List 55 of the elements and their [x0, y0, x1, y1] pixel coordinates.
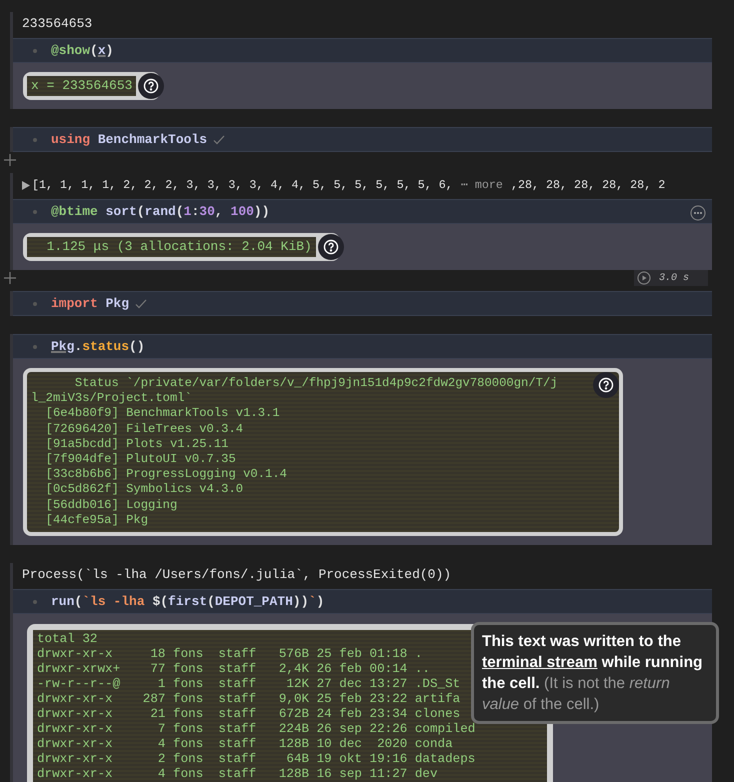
- cell-result: 233564653: [22, 15, 94, 33]
- terminal-line: drwxr-xr-x 18 fons staff 576B 25 feb 01:18 .: [37, 647, 422, 662]
- code-cell[interactable]: @show(x): [13, 38, 712, 63]
- terminal-line: drwxr-xr-x 4 fons staff 128B 16 sep 11:27 dev: [37, 767, 438, 782]
- code-cell[interactable]: @btime sort(rand(1:30, 100)): [13, 199, 712, 224]
- terminal-line: total 32: [37, 632, 98, 648]
- code-line: Pkg.status(): [51, 338, 145, 356]
- log-line: l_2miV3s/Project.toml`: [31, 391, 192, 406]
- terminal-line: drwxr-xr-x 2 fons staff 64B 19 okt 19:16 datadeps: [37, 752, 476, 768]
- terminal-line: drwxr-xrwx+ 77 fons staff 2,4K 26 feb 00:14 ..: [37, 662, 430, 678]
- code-line: @btime sort(rand(1:30, 100)): [51, 202, 270, 221]
- code-cell[interactable]: import Pkg: [13, 291, 712, 316]
- drag-handle-icon[interactable]: [33, 210, 37, 214]
- drag-handle-icon[interactable]: [33, 48, 37, 52]
- help-icon[interactable]: [138, 73, 164, 99]
- terminal-line: drwxr-xr-x 7 fons staff 224B 26 sep 22:26 compiled: [37, 722, 476, 738]
- log-text: 1.125 μs (3 allocations: 2.04 KiB): [46, 238, 312, 256]
- log-text: x = 233564653: [31, 77, 132, 95]
- add-cell-icon[interactable]: [4, 272, 16, 284]
- code-line: run(`ls -lha $(first(DEPOT_PATH))`): [51, 592, 324, 611]
- tooltip-text: This text was written to the terminal stream while running the cell. (It is not the return value of the cell.): [482, 632, 704, 716]
- add-cell-icon[interactable]: [4, 154, 16, 166]
- play-icon[interactable]: [637, 271, 651, 285]
- terminal-line: drwxr-xr-x 21 fons staff 672B 24 feb 23:34 clones: [37, 707, 460, 722]
- array-result: [1, 1, 1, 1, 2, 2, 2, 3, 3, 3, 3, 4, 4, 5, 5, 5, 5, 5, 5, 6,: [32, 177, 453, 194]
- code-cell[interactable]: Pkg.status(): [13, 334, 712, 359]
- drag-handle-icon[interactable]: [33, 138, 37, 142]
- log-line: Status `/private/var/folders/v_/fhpj9jn151d4p9c2fdw2gv780000gn/T/j: [74, 376, 558, 392]
- log-line: [6e4b80f9] BenchmarkTools v1.3.1: [44, 406, 280, 422]
- log-line: [72696420] FileTrees v0.3.4: [44, 422, 244, 437]
- terminal-line: -rw-r--r--@ 1 fons staff 12K 27 dec 13:27 .DS_St: [37, 677, 460, 692]
- code-line: import Pkg: [51, 294, 130, 313]
- array-result: ,28, 28, 28, 28, 28, 2: [510, 177, 666, 194]
- code-line: using BenchmarkTools: [51, 130, 208, 149]
- log-line: [91a5bcdd] Plots v1.25.11: [44, 436, 228, 452]
- log-line: [0c5d862f] Symbolics v4.3.0: [44, 482, 244, 498]
- code-cell[interactable]: using BenchmarkTools: [13, 127, 712, 152]
- terminal-line: drwxr-xr-x 287 fons staff 9,0K 25 feb 23:22 artifa: [37, 692, 460, 708]
- log-line: [7f904dfe] PlutoUI v0.7.35: [44, 452, 236, 468]
- code-cell[interactable]: run(`ls -lha $(first(DEPOT_PATH))`): [13, 589, 712, 614]
- drag-handle-icon[interactable]: [33, 302, 37, 306]
- code-line: @show(x): [51, 42, 114, 60]
- log-line: [56ddb016] Logging: [44, 498, 178, 513]
- log-line: [44cfe95a] Pkg: [44, 512, 148, 528]
- help-icon[interactable]: [318, 234, 344, 260]
- more-link[interactable]: ⋯ more: [460, 176, 503, 194]
- expand-arrow-icon[interactable]: [22, 180, 30, 190]
- terminal-stream-link[interactable]: terminal stream: [482, 654, 598, 672]
- drag-handle-icon[interactable]: [33, 344, 37, 348]
- drag-handle-icon[interactable]: [33, 600, 37, 604]
- log-line: [33c8b6b6] ProgressLogging v0.1.4: [44, 467, 287, 482]
- more-options-icon[interactable]: [690, 205, 706, 221]
- cell-result: Process(`ls -lha /Users/fons/.julia`, ProcessExited(0)): [22, 566, 452, 584]
- runtime-text: 3.0 s: [659, 272, 690, 286]
- terminal-line: drwxr-xr-x 4 fons staff 128B 10 dec 2020 conda: [37, 737, 453, 752]
